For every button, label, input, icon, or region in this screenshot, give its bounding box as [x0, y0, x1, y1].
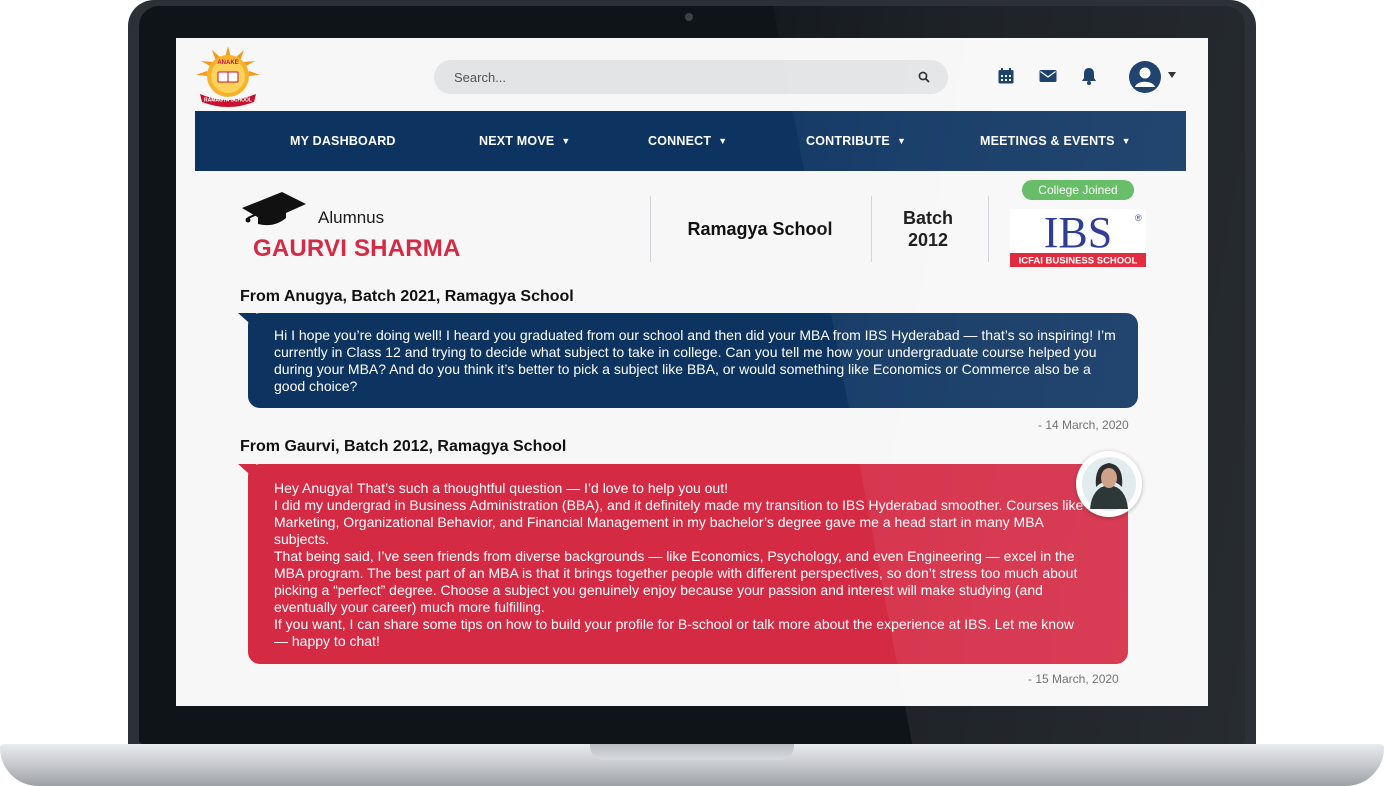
- batch-year: 2012: [907, 230, 949, 250]
- message-sender: From Anugya, Batch 2021, Ramagya School: [240, 288, 574, 305]
- message-sender: From Gaurvi, Batch 2012, Ramagya School: [240, 438, 567, 455]
- nav-label: NEXT MOVE: [479, 134, 555, 148]
- dropdown-arrow-icon: ▼: [896, 136, 907, 146]
- calendar-icon[interactable]: [995, 65, 1017, 87]
- ibs-college-logo: IBS ® ICFAI BUSINESS SCHOOL: [1010, 209, 1146, 267]
- message-date: - 15 March, 2020: [1028, 672, 1119, 686]
- message-text: If you want, I can share some tips on ho…: [274, 616, 1074, 649]
- message-text: Hi I hope you’re doing well! I heard you…: [274, 327, 1116, 394]
- profile-name: GAURVI SHARMA: [253, 235, 461, 262]
- search-icon[interactable]: [918, 71, 930, 83]
- logo-banner-text: RAMAGYA SCHOOL: [204, 98, 252, 104]
- dropdown-arrow-icon: ▼: [718, 136, 728, 146]
- graduation-cap-icon: [242, 192, 306, 226]
- bell-icon[interactable]: [1078, 65, 1100, 87]
- message-bubble-received: Hi I hope you’re doing well! I heard you…: [248, 313, 1138, 408]
- caret-down-icon[interactable]: [1167, 71, 1177, 79]
- nav-label: MEETINGS & EVENTS: [980, 134, 1115, 148]
- message-bubble-sent: Hey Anugya! That’s such a thoughtful que…: [248, 464, 1128, 664]
- message-text: That being said, I’ve seen friends from …: [274, 548, 1078, 615]
- app-screen: ANAKE RAMAGYA SCHOOL MY DASHBOARD NEXT M…: [176, 38, 1208, 706]
- profile-school: Ramagya School: [687, 218, 833, 239]
- profile-batch: Batch 2012: [872, 196, 984, 262]
- profile-role: Alumnus: [318, 208, 385, 227]
- nav-next-move[interactable]: NEXT MOVE ▼: [479, 111, 571, 171]
- ibs-logo-text: IBS: [1044, 209, 1112, 257]
- main-nav: MY DASHBOARD NEXT MOVE ▼ CONNECT ▼ CONTRIB…: [195, 111, 1186, 171]
- nav-my-dashboard[interactable]: MY DASHBOARD: [290, 111, 396, 171]
- search-input[interactable]: [452, 68, 918, 86]
- logo-top-text: ANAKE: [217, 60, 238, 66]
- nav-meetings-events[interactable]: MEETINGS & EVENTS ▼: [980, 111, 1131, 171]
- message-text: Hey Anugya! That’s such a thoughtful que…: [274, 480, 729, 496]
- ramagya-school-logo[interactable]: ANAKE RAMAGYA SCHOOL: [194, 44, 262, 108]
- user-icon[interactable]: [1128, 60, 1162, 94]
- webcam: [685, 13, 693, 21]
- mail-icon[interactable]: [1037, 65, 1059, 87]
- dropdown-arrow-icon: ▼: [1121, 136, 1131, 146]
- sender-avatar[interactable]: [1076, 451, 1142, 517]
- message-text: I did my undergrad in Business Administr…: [274, 497, 1084, 547]
- nav-label: MY DASHBOARD: [290, 134, 396, 148]
- nav-label: CONNECT: [648, 134, 712, 148]
- nav-label: CONTRIBUTE: [806, 134, 890, 148]
- registered-mark: ®: [1135, 213, 1142, 223]
- college-joined-badge: College Joined: [1022, 180, 1134, 200]
- nav-connect[interactable]: CONNECT ▼: [648, 111, 727, 171]
- nav-contribute[interactable]: CONTRIBUTE ▼: [806, 111, 906, 171]
- laptop-notch: [590, 744, 794, 760]
- ibs-logo-subtext: ICFAI BUSINESS SCHOOL: [1019, 256, 1138, 267]
- batch-label: Batch: [902, 208, 953, 228]
- search-bar[interactable]: [434, 60, 948, 94]
- message-date: - 14 March, 2020: [1038, 418, 1129, 432]
- dropdown-arrow-icon: ▼: [561, 136, 571, 146]
- divider: [988, 196, 989, 262]
